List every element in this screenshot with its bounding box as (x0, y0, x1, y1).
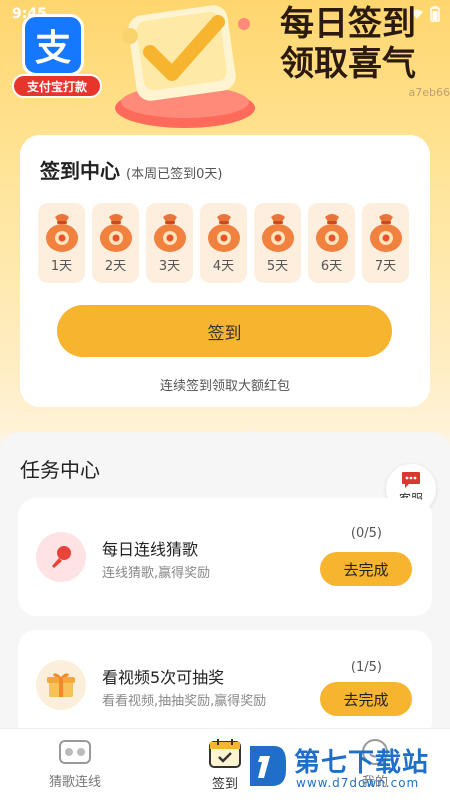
day-label: 3天 (158, 259, 181, 274)
task-center-title: 任务中心 (20, 458, 100, 482)
task-progress: (1/5) (350, 660, 382, 675)
gift-icon (47, 673, 75, 697)
red-envelope-bag-icon (369, 214, 402, 252)
task-center: 任务中心 客服 每日连线猜歌 连线猜歌,赢得奖励 (0/5) 去完成 看视频5次… (0, 432, 450, 740)
day-label: 6天 (320, 259, 343, 274)
red-envelope-bag-icon (153, 214, 186, 252)
id-watermark: a7eb66 (408, 86, 450, 99)
day-slot: 2天 (92, 203, 139, 283)
game-icon (59, 740, 91, 764)
red-envelope-bag-icon (45, 214, 78, 252)
banner: 支 支付宝打款 每日签到 领取喜气 a7eb66 (0, 0, 450, 140)
checkmark-box-illustration (115, 5, 255, 128)
sign-in-days: 1天 2天 3天 4天 5天 6天 7天 (38, 203, 409, 283)
nav-item-guess-song[interactable]: 猜歌连线 (25, 737, 125, 790)
alipay-badge: 支付宝打款 (12, 74, 102, 98)
sign-in-button[interactable]: 签到 (57, 305, 392, 357)
day-label: 7天 (374, 259, 397, 274)
sign-in-card: 签到中心 (本周已签到0天) 1天 2天 3天 4天 5天 6天 7天 签到 连… (20, 135, 430, 407)
task-complete-button[interactable]: 去完成 (320, 552, 412, 586)
task-card: 看视频5次可抽奖 看看视频,抽抽奖励,赢得奖励 (1/5) 去完成 (18, 630, 432, 740)
day-slot: 1天 (38, 203, 85, 283)
day-slot: 5天 (254, 203, 301, 283)
chat-bubble-icon (402, 472, 420, 488)
d7down-logo-icon (250, 746, 286, 786)
task-desc: 连线猜歌,赢得奖励 (102, 566, 211, 581)
day-label: 1天 (50, 259, 73, 274)
microphone-icon (52, 546, 71, 568)
day-slot: 3天 (146, 203, 193, 283)
alipay-logo: 支 支付宝打款 (12, 14, 102, 98)
sign-in-hint: 连续签到领取大额红包 (159, 379, 290, 394)
task-progress: (0/5) (350, 526, 382, 541)
day-slot: 6天 (308, 203, 355, 283)
task-icon-wrap (36, 532, 86, 582)
task-desc: 看看视频,抽抽奖励,赢得奖励 (102, 694, 267, 709)
red-envelope-bag-icon (99, 214, 132, 252)
red-envelope-bag-icon (207, 214, 240, 252)
banner-title-line2: 领取喜气 (280, 44, 416, 84)
site-watermark-name: 第七下载站 (294, 748, 430, 778)
task-name: 看视频5次可抽奖 (102, 668, 225, 687)
banner-title-line1: 每日签到 (280, 4, 416, 44)
sign-in-header: 签到中心 (本周已签到0天) (40, 155, 222, 184)
task-name: 每日连线猜歌 (102, 540, 199, 559)
day-label: 5天 (266, 259, 289, 274)
red-envelope-bag-icon (315, 214, 348, 252)
nav-label: 猜歌连线 (48, 775, 101, 790)
day-label: 4天 (212, 259, 235, 274)
day-slot: 7天 (362, 203, 409, 283)
site-watermark-url: www.d7down.com (296, 776, 420, 790)
site-watermark: 第七下载站 www.d7down.com (246, 740, 446, 796)
calendar-check-icon (209, 739, 241, 768)
task-icon-wrap (36, 660, 86, 710)
task-card: 每日连线猜歌 连线猜歌,赢得奖励 (0/5) 去完成 (18, 498, 432, 616)
red-envelope-bag-icon (261, 214, 294, 252)
sign-in-subtitle: (本周已签到0天) (126, 167, 223, 182)
sign-in-title: 签到中心 (40, 159, 120, 183)
banner-title: 每日签到 领取喜气 (280, 4, 416, 84)
alipay-icon: 支 (22, 14, 84, 76)
task-complete-button[interactable]: 去完成 (320, 682, 412, 716)
day-slot: 4天 (200, 203, 247, 283)
day-label: 2天 (104, 259, 127, 274)
nav-label: 签到 (211, 777, 238, 792)
